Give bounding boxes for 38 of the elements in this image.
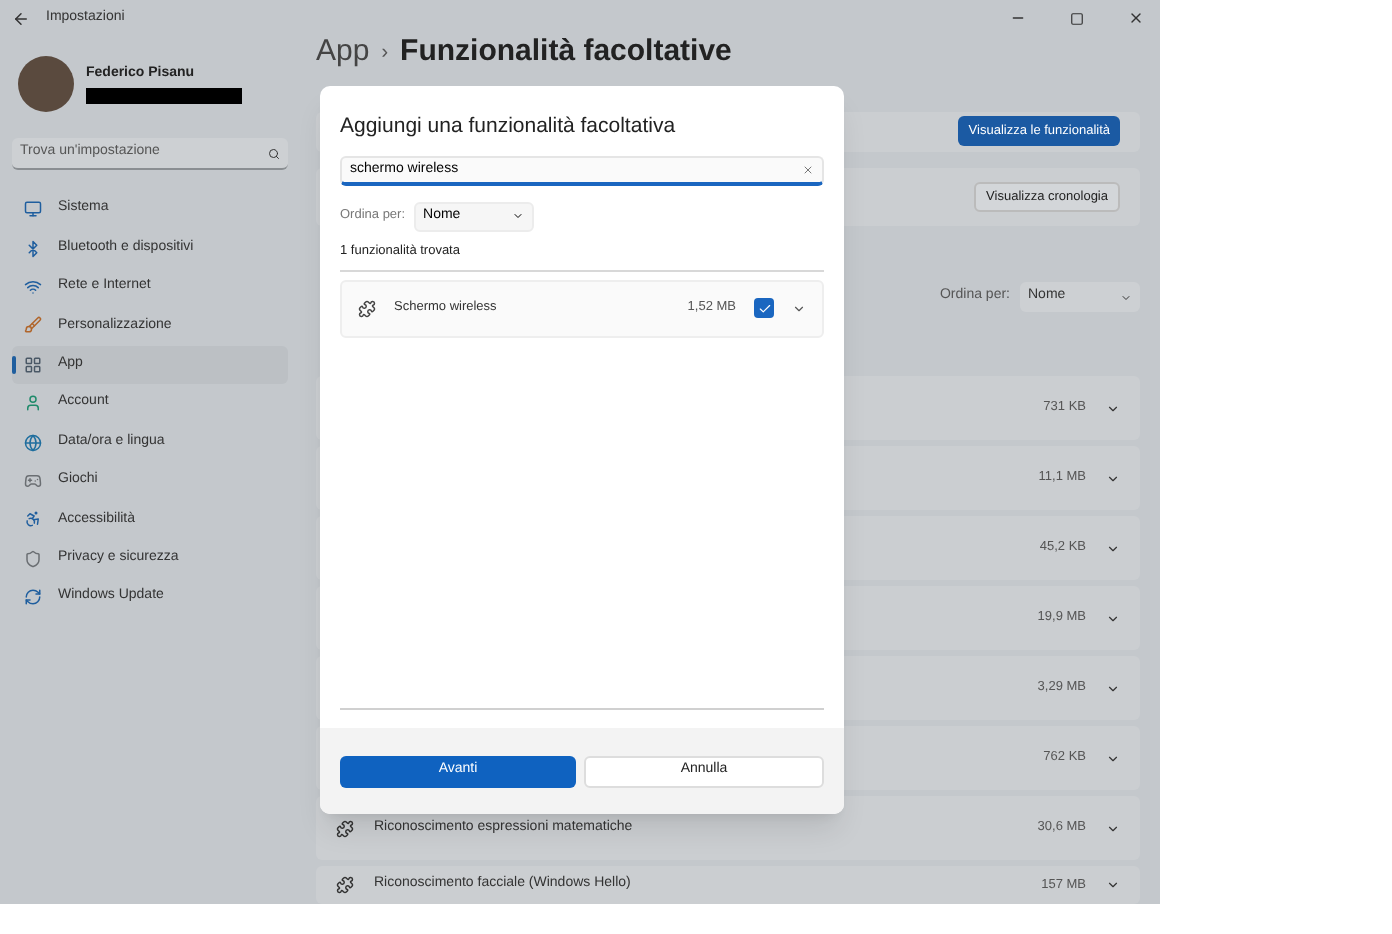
selection-indicator xyxy=(12,355,16,374)
gamepad-icon xyxy=(24,471,42,490)
chevron-down-icon[interactable] xyxy=(1106,471,1120,485)
apps-icon xyxy=(24,355,42,374)
breadcrumb-separator: › xyxy=(381,39,389,67)
search-icon xyxy=(268,147,280,159)
globe-icon xyxy=(24,433,42,452)
person-icon xyxy=(24,394,42,413)
chevron-down-icon[interactable] xyxy=(1106,401,1120,415)
chevron-down-icon[interactable] xyxy=(1106,541,1120,555)
monitor-icon xyxy=(24,200,42,219)
check-icon xyxy=(757,301,771,315)
chevron-down-icon xyxy=(511,210,524,223)
wifi-icon xyxy=(24,277,42,296)
page-title: Funzionalità facoltative xyxy=(400,31,732,72)
avatar xyxy=(18,56,74,112)
brush-icon xyxy=(24,316,42,335)
puzzle-icon xyxy=(336,819,354,837)
breadcrumb-link[interactable]: App xyxy=(316,29,370,75)
shield-icon xyxy=(24,549,42,568)
puzzle-icon xyxy=(358,299,376,317)
back-icon[interactable] xyxy=(12,9,30,27)
chevron-down-icon[interactable] xyxy=(1106,878,1120,892)
chevron-down-icon[interactable] xyxy=(1106,821,1120,835)
dialog-title: Aggiungi una funzionalità facoltativa xyxy=(340,112,678,142)
puzzle-icon xyxy=(336,876,354,894)
bluetooth-icon xyxy=(24,239,42,258)
accessibility-icon xyxy=(24,510,42,529)
chevron-down-icon xyxy=(1120,291,1132,303)
maximize-icon[interactable] xyxy=(1070,11,1084,25)
close-icon[interactable] xyxy=(1128,10,1144,26)
clear-icon[interactable] xyxy=(802,163,814,176)
chevron-down-icon[interactable] xyxy=(792,301,806,315)
checkbox[interactable] xyxy=(754,298,774,318)
chevron-down-icon[interactable] xyxy=(1106,681,1120,695)
update-icon xyxy=(24,588,42,607)
chevron-down-icon[interactable] xyxy=(1106,751,1120,765)
chevron-down-icon[interactable] xyxy=(1106,611,1120,625)
